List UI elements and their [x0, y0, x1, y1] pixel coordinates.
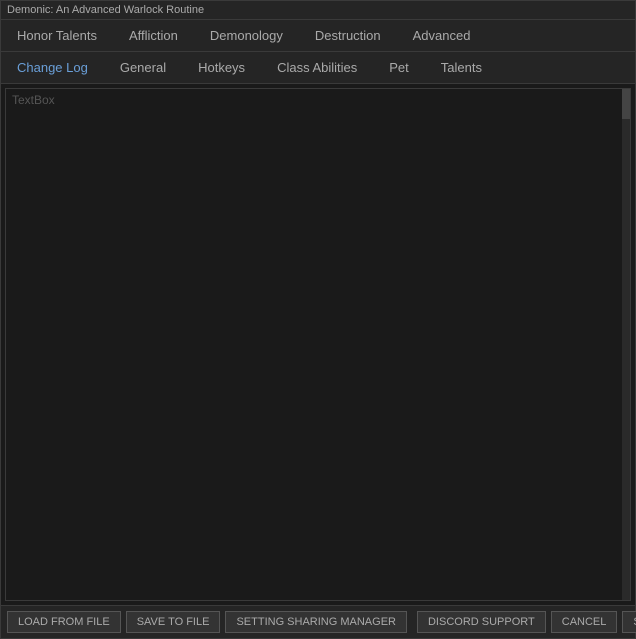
tab-row-2: Change LogGeneralHotkeysClass AbilitiesP… — [1, 52, 635, 84]
textbox-container: TextBox — [5, 88, 631, 601]
save-button[interactable]: SAVE — [622, 611, 636, 633]
title-bar: Demonic: An Advanced Warlock Routine — [1, 1, 635, 20]
tab-honor-talents[interactable]: Honor Talents — [1, 20, 113, 51]
scrollbar-thumb[interactable] — [622, 89, 630, 119]
tab-talents[interactable]: Talents — [425, 52, 498, 83]
tab-demonology[interactable]: Demonology — [194, 20, 299, 51]
bottom-bar: LOAD FROM FILESAVE TO FILESETTING SHARIN… — [1, 605, 635, 638]
setting-sharing-manager-button[interactable]: SETTING SHARING MANAGER — [225, 611, 407, 633]
tab-class-abilities[interactable]: Class Abilities — [261, 52, 373, 83]
tab-row-1: Honor TalentsAfflictionDemonologyDestruc… — [1, 20, 635, 52]
cancel-button[interactable]: CANCEL — [551, 611, 618, 633]
tab-pet[interactable]: Pet — [373, 52, 425, 83]
content-area: TextBox — [1, 84, 635, 605]
textbox-label: TextBox — [12, 93, 55, 107]
discord-support-button[interactable]: DISCORD SUPPORT — [417, 611, 546, 633]
tab-hotkeys[interactable]: Hotkeys — [182, 52, 261, 83]
scrollbar-vertical[interactable] — [622, 89, 630, 600]
tab-destruction[interactable]: Destruction — [299, 20, 397, 51]
app-window: Demonic: An Advanced Warlock Routine Hon… — [0, 0, 636, 639]
load-from-file-button[interactable]: LOAD FROM FILE — [7, 611, 121, 633]
save-to-file-button[interactable]: SAVE TO FILE — [126, 611, 221, 633]
title-text: Demonic: An Advanced Warlock Routine — [7, 4, 204, 16]
tab-advanced[interactable]: Advanced — [397, 20, 487, 51]
tab-general[interactable]: General — [104, 52, 182, 83]
tab-change-log[interactable]: Change Log — [1, 52, 104, 83]
tab-affliction[interactable]: Affliction — [113, 20, 194, 51]
